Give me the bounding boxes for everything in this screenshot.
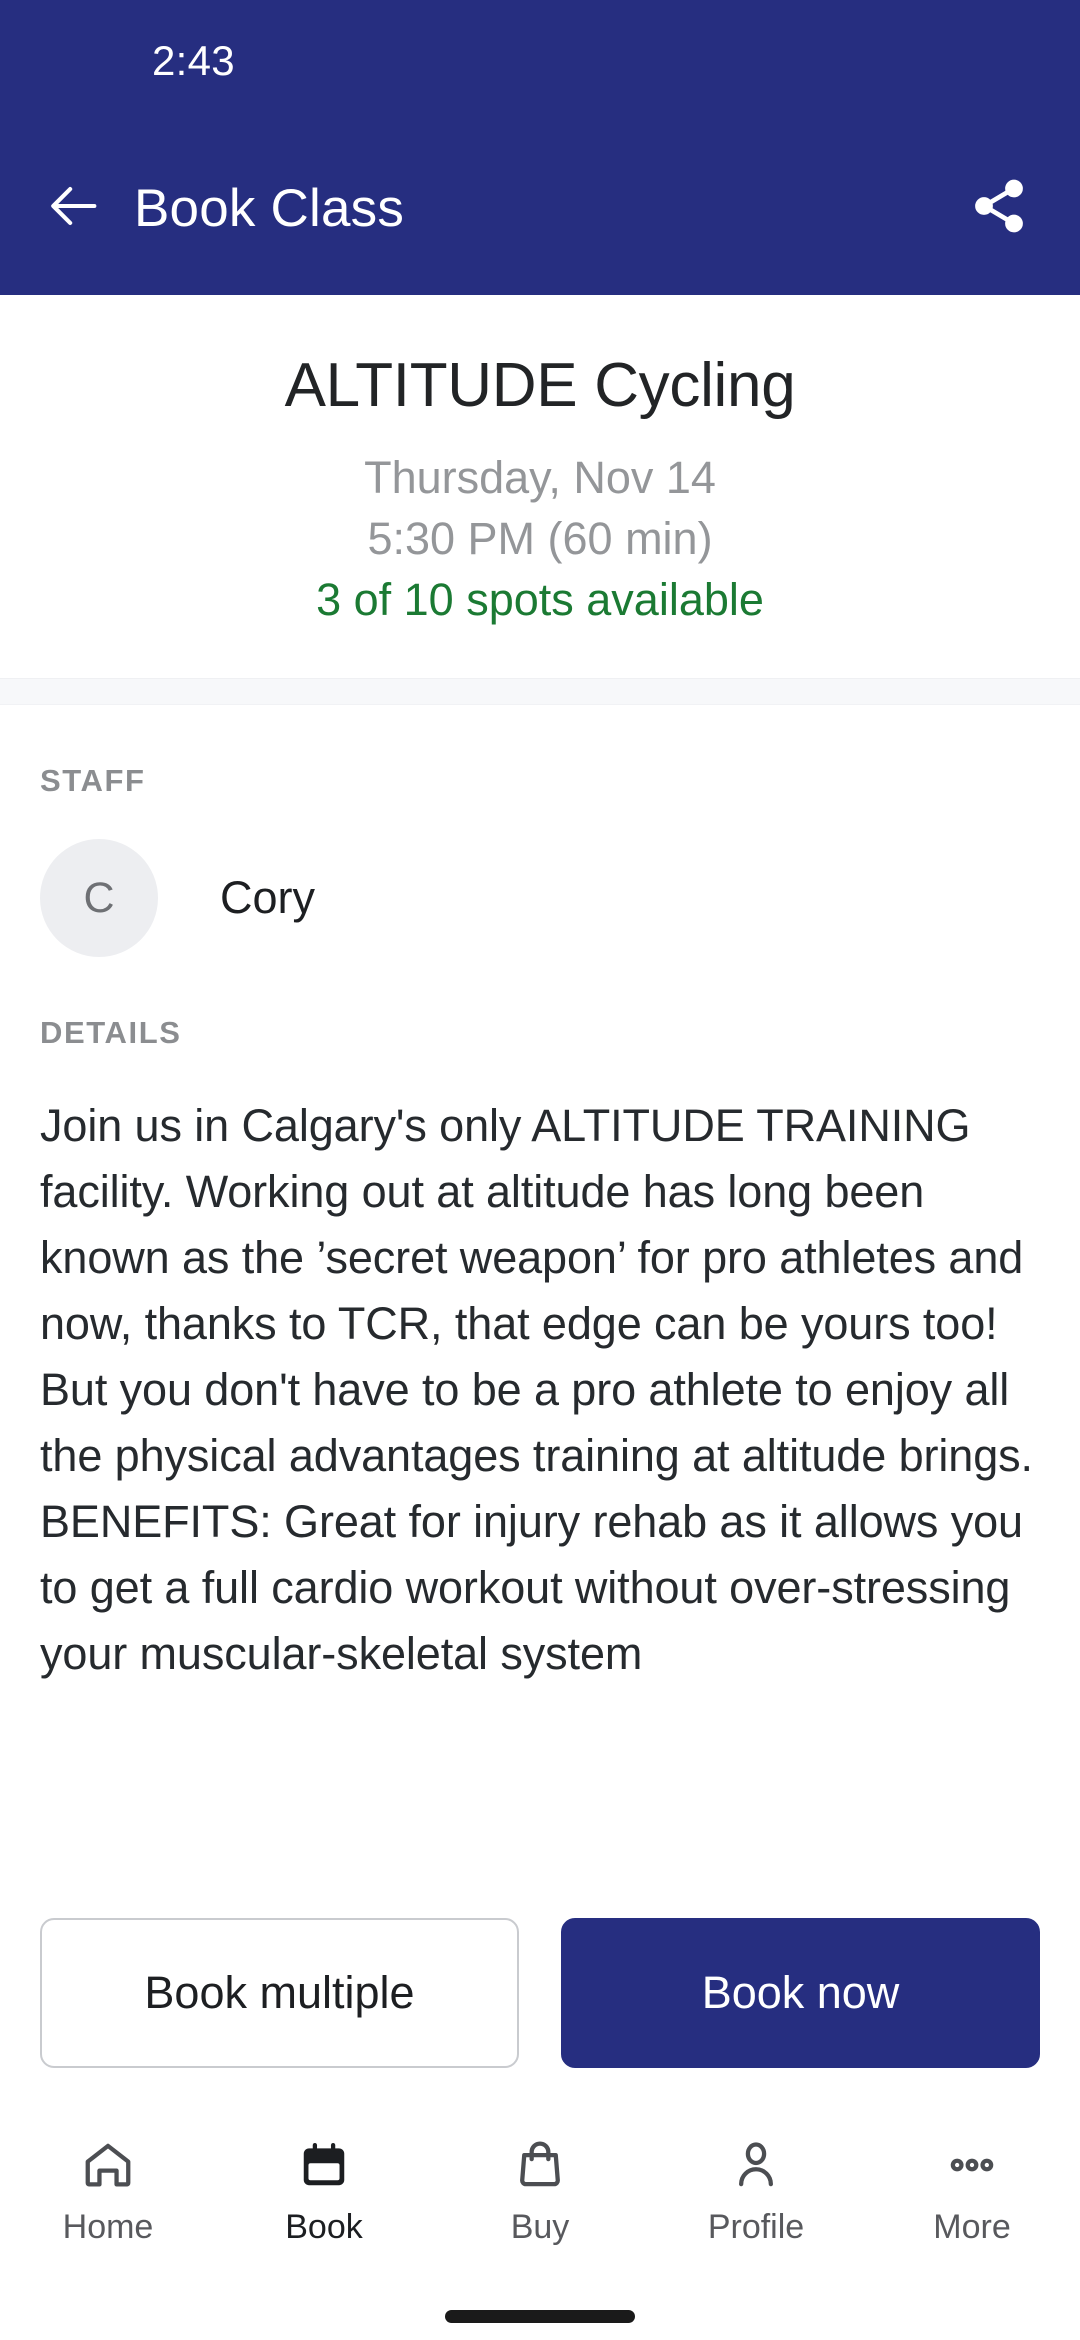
- home-indicator-area: [0, 2292, 1080, 2340]
- class-time: 5:30 PM (60 min): [367, 513, 713, 565]
- nav-label-book: Book: [285, 2208, 363, 2246]
- book-multiple-button[interactable]: Book multiple: [40, 1918, 519, 2068]
- spots-available: 3 of 10 spots available: [316, 574, 764, 626]
- app-bar: Book Class: [0, 122, 1080, 295]
- home-icon: [81, 2134, 135, 2196]
- page-title: Book Class: [134, 179, 405, 238]
- nav-item-more[interactable]: More: [864, 2134, 1080, 2247]
- class-details-content: STAFF C Cory DETAILS Join us in Calgary'…: [0, 705, 1080, 1874]
- details-section-label: DETAILS: [40, 1015, 182, 1051]
- staff-section-label: STAFF: [40, 763, 146, 799]
- avatar: C: [40, 839, 158, 958]
- nav-label-profile: Profile: [707, 2208, 805, 2246]
- share-button[interactable]: [962, 172, 1036, 246]
- shopping-bag-icon: [513, 2134, 567, 2196]
- home-indicator[interactable]: [445, 2309, 635, 2323]
- person-icon: [729, 2134, 783, 2196]
- nav-item-profile[interactable]: Profile: [648, 2134, 864, 2247]
- avatar-initial: C: [83, 873, 115, 922]
- class-summary: ALTITUDE Cycling Thursday, Nov 14 5:30 P…: [0, 295, 1080, 679]
- nav-item-book[interactable]: Book: [216, 2134, 432, 2247]
- class-title: ALTITUDE Cycling: [284, 351, 796, 420]
- arrow-left-icon: [46, 177, 104, 240]
- share-icon: [969, 176, 1029, 241]
- app-screen: 2:43 Book Class ALTITUDE Cycling Thursda…: [0, 0, 1080, 2340]
- ellipsis-icon: [945, 2134, 999, 2196]
- book-now-button[interactable]: Book now: [561, 1918, 1040, 2068]
- nav-label-home: Home: [62, 2208, 154, 2246]
- staff-row[interactable]: C Cory: [40, 839, 1040, 958]
- action-bar: Book multiple Book now: [0, 1918, 1080, 2068]
- bottom-navigation: Home Book Buy Profile More: [0, 2108, 1080, 2292]
- staff-name: Cory: [220, 872, 316, 924]
- status-bar-clock: 2:43: [152, 37, 235, 84]
- nav-label-more: More: [933, 2208, 1011, 2246]
- details-description: Join us in Calgary's only ALTITUDE TRAIN…: [40, 1100, 1033, 1680]
- class-date: Thursday, Nov 14: [364, 452, 716, 504]
- nav-label-buy: Buy: [510, 2208, 570, 2246]
- nav-item-home[interactable]: Home: [0, 2134, 216, 2247]
- back-button[interactable]: [46, 178, 108, 240]
- status-bar: 2:43: [0, 0, 1080, 122]
- section-divider: [0, 678, 1080, 706]
- nav-item-buy[interactable]: Buy: [432, 2134, 648, 2247]
- calendar-icon: [297, 2134, 351, 2196]
